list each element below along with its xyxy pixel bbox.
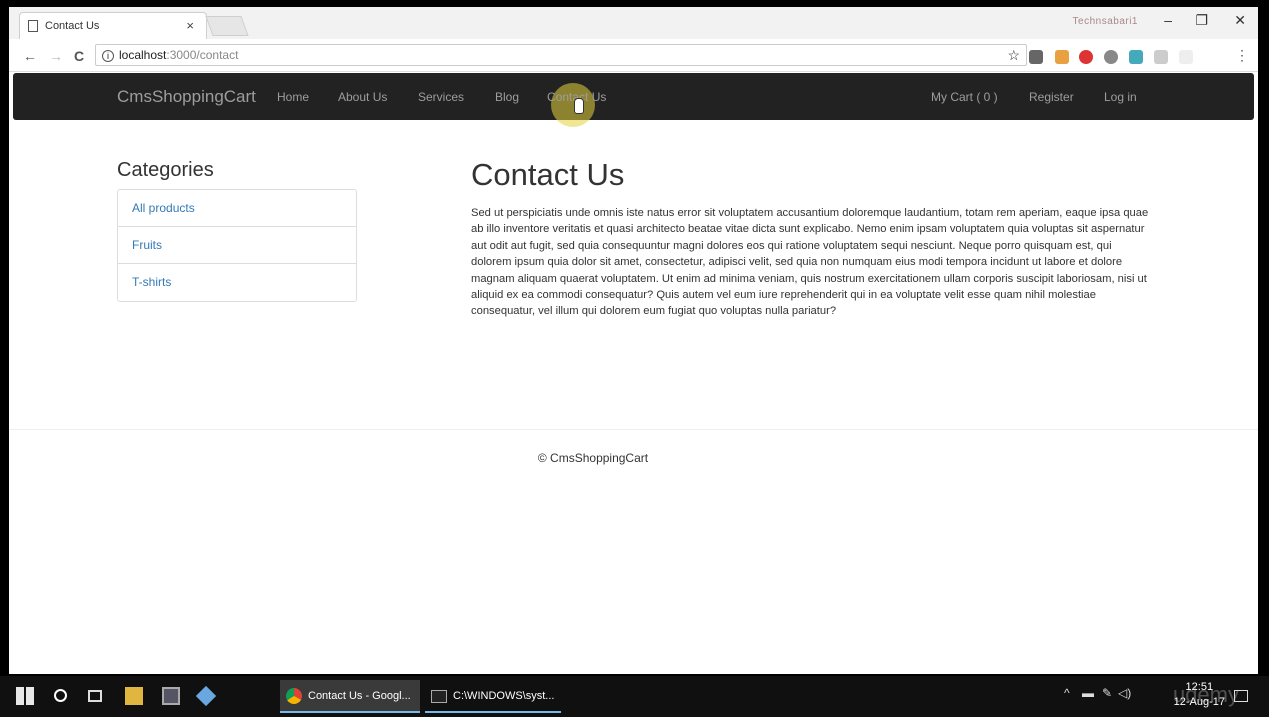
category-fruits[interactable]: Fruits [118, 227, 356, 264]
nav-services[interactable]: Services [418, 90, 464, 104]
menu-icon[interactable]: ⋮ [1235, 47, 1249, 64]
info-icon[interactable]: i [102, 50, 114, 62]
tab-title: Contact Us [45, 20, 100, 32]
footer-divider [9, 429, 1258, 430]
nav-about-us[interactable]: About Us [338, 90, 387, 104]
back-icon[interactable]: ← [23, 48, 37, 64]
udemy-watermark: udemy [1172, 682, 1239, 707]
hand-cursor-icon [574, 98, 584, 114]
site-navbar: CmsShoppingCart Home About Us Services B… [13, 73, 1254, 127]
new-tab-button[interactable] [205, 16, 249, 36]
profile-name[interactable]: Technsabari1 [1073, 16, 1138, 27]
bookmark-star-icon[interactable]: ☆ [1007, 45, 1020, 65]
nav-login[interactable]: Log in [1104, 90, 1137, 104]
file-explorer-icon[interactable] [125, 687, 143, 705]
address-bar[interactable]: i localhost:3000/contact ☆ [95, 44, 1027, 66]
taskbar-chrome-window[interactable]: Contact Us - Googl... [280, 680, 420, 713]
taskbar-cmd-window[interactable]: C:\WINDOWS\syst... [425, 680, 561, 713]
extension-icon-3[interactable] [1129, 50, 1143, 64]
notifications-icon[interactable] [1234, 690, 1248, 702]
taskbar-cmd-label: C:\WINDOWS\syst... [453, 690, 555, 702]
tray-arrow-icon[interactable]: ^ [1064, 686, 1070, 700]
categories-list: All products Fruits T-shirts [117, 189, 357, 302]
browser-toolbar: ← → C i localhost:3000/contact ☆ ⋮ [9, 39, 1258, 72]
forward-icon[interactable]: → [49, 48, 63, 64]
category-t-shirts[interactable]: T-shirts [118, 264, 356, 301]
extension-icon[interactable] [1055, 50, 1069, 64]
taskbar-chrome-label: Contact Us - Googl... [308, 690, 411, 702]
extension-icon-5[interactable] [1179, 50, 1193, 64]
cmd-icon [431, 690, 447, 703]
categories-heading: Categories [117, 159, 214, 181]
close-window-icon[interactable]: ✕ [1234, 12, 1246, 29]
search-icon[interactable] [54, 689, 67, 702]
network-icon[interactable]: ▬ [1082, 686, 1094, 700]
url-host: localhost [119, 48, 167, 62]
extension-icon-4[interactable] [1154, 50, 1168, 64]
nav-register[interactable]: Register [1029, 90, 1074, 104]
color-extension-icon[interactable] [1079, 50, 1093, 64]
keyboard-icon[interactable]: ✎ [1102, 686, 1112, 700]
nav-blog[interactable]: Blog [495, 90, 519, 104]
page-body-text: Sed ut perspiciatis unde omnis iste natu… [471, 207, 1149, 318]
brand-link[interactable]: CmsShoppingCart [117, 87, 256, 107]
cube-app-icon[interactable] [195, 685, 217, 707]
page-title: Contact Us [471, 157, 625, 192]
url-path: :3000/contact [166, 48, 239, 62]
footer-copyright: © CmsShoppingCart [537, 451, 649, 465]
chrome-icon [286, 688, 302, 704]
page-icon [28, 20, 38, 32]
app-icon[interactable] [162, 687, 180, 705]
browser-tab[interactable]: Contact Us × [19, 12, 207, 39]
dnd-extension-icon[interactable] [1029, 50, 1043, 64]
windows-start-icon[interactable] [16, 687, 34, 705]
minimize-icon[interactable]: – [1164, 12, 1172, 28]
reload-icon[interactable]: C [74, 48, 84, 64]
restore-icon[interactable]: ❐ [1195, 12, 1208, 29]
volume-icon[interactable]: ◁) [1118, 686, 1131, 700]
browser-window: Contact Us × Technsabari1 – ❐ ✕ ← → C il… [9, 7, 1258, 674]
extension-icon-2[interactable] [1104, 50, 1118, 64]
nav-cart[interactable]: My Cart ( 0 ) [931, 90, 998, 104]
category-all-products[interactable]: All products [118, 190, 356, 227]
nav-home[interactable]: Home [277, 90, 309, 104]
tab-strip: Contact Us × Technsabari1 – ❐ ✕ [9, 7, 1258, 39]
windows-taskbar: Contact Us - Googl... C:\WINDOWS\syst...… [0, 676, 1269, 717]
task-view-icon[interactable] [88, 690, 102, 702]
close-tab-icon[interactable]: × [186, 18, 194, 33]
